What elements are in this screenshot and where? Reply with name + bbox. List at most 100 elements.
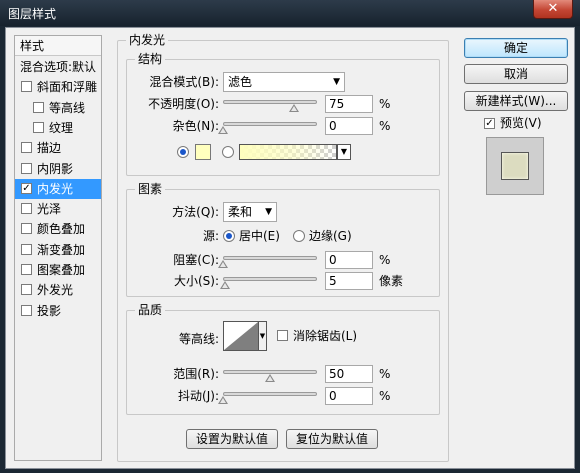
solid-color-radio[interactable] (177, 146, 189, 158)
style-enable-checkbox[interactable] (21, 264, 32, 275)
size-slider-thumb[interactable] (219, 281, 230, 289)
contour-picker[interactable] (223, 321, 259, 351)
choke-slider-thumb[interactable] (218, 260, 228, 268)
gradient-picker[interactable] (239, 144, 337, 160)
glow-color-swatch[interactable] (195, 144, 211, 160)
source-center-radio[interactable] (223, 230, 235, 242)
style-list: 样式 混合选项:默认斜面和浮雕等高线纹理描边 内阴影 ✓ 内发光光泽颜色叠加渐变叠加图… (14, 35, 102, 461)
opacity-slider-thumb[interactable] (288, 104, 299, 112)
range-percent: % (379, 367, 391, 381)
panel-title: 内发光 (126, 33, 169, 47)
style-list-item[interactable]: 颜色叠加 (15, 219, 101, 239)
style-enable-checkbox[interactable] (21, 243, 32, 255)
close-icon: ✕ (547, 1, 559, 16)
blend-mode-select[interactable]: 滤色 ▼ (223, 72, 345, 92)
style-list-item[interactable]: 描边 (15, 138, 101, 158)
elements-group: 图素 方法(Q): 柔和 ▼ 源: 居中(E) 边缘(G) 阻塞(C): 0 %… (126, 182, 440, 297)
style-enable-checkbox[interactable] (33, 101, 44, 113)
contour-dropdown-icon[interactable]: ▼ (259, 321, 267, 351)
reset-default-button[interactable]: 复位为默认值 (286, 429, 378, 449)
chevron-down-icon: ▼ (333, 77, 340, 87)
blend-mode-label: 混合模式(B): (149, 75, 219, 89)
preview-swatch (501, 152, 529, 180)
style-list-item[interactable]: 投影 (15, 301, 101, 321)
preview-label: 预览(V) (500, 116, 542, 130)
style-list-label: 光泽 (37, 202, 62, 217)
style-enable-checkbox[interactable] (21, 223, 32, 235)
gradient-dropdown-icon[interactable]: ▼ (337, 144, 351, 160)
size-input[interactable]: 5 (325, 272, 373, 290)
source-edge-radio[interactable] (293, 230, 305, 242)
choke-label: 阻塞(C): (173, 253, 219, 267)
style-list-item[interactable]: 混合选项:默认 (15, 57, 101, 77)
style-enable-checkbox[interactable] (21, 304, 32, 316)
style-list-item[interactable]: 纹理 (15, 118, 101, 138)
jitter-slider-thumb[interactable] (218, 396, 228, 404)
opacity-label: 不透明度(O): (148, 97, 219, 111)
style-enable-checkbox[interactable] (21, 284, 32, 296)
contour-label: 等高线: (178, 332, 219, 346)
technique-label: 方法(Q): (172, 205, 219, 219)
style-enable-checkbox[interactable]: ✓ (21, 182, 32, 194)
style-list-item[interactable]: 图案叠加 (15, 260, 101, 280)
structure-legend: 结构 (135, 52, 166, 66)
size-slider[interactable] (223, 277, 317, 281)
structure-group: 结构 混合模式(B): 滤色 ▼ 不透明度(O): 75 % 杂色(N): 0 … (126, 52, 440, 176)
elements-legend: 图素 (135, 182, 166, 196)
style-enable-checkbox[interactable] (21, 81, 32, 93)
style-list-label: 内发光 (37, 181, 74, 196)
jitter-input[interactable]: 0 (325, 387, 373, 405)
style-list-item[interactable]: 等高线 (15, 98, 101, 118)
source-edge-label: 边缘(G) (309, 229, 352, 243)
source-center-label: 居中(E) (239, 229, 280, 243)
style-list-label: 颜色叠加 (37, 222, 86, 237)
source-label: 源: (202, 229, 219, 243)
noise-slider-thumb[interactable] (218, 126, 228, 134)
style-preview-thumbnail (486, 137, 544, 195)
style-list-item[interactable]: 斜面和浮雕 (15, 77, 101, 97)
style-list-label: 渐变叠加 (37, 242, 86, 257)
ok-button[interactable]: 确定 (464, 38, 568, 58)
noise-slider[interactable] (223, 122, 317, 126)
quality-group: 品质 等高线: ▼ 消除锯齿(L) 范围(R): 50 % 抖动(J): 0 % (126, 303, 440, 415)
jitter-slider[interactable] (223, 392, 317, 396)
style-list-item[interactable]: 渐变叠加 (15, 240, 101, 260)
choke-input[interactable]: 0 (325, 251, 373, 269)
style-enable-checkbox[interactable] (33, 121, 44, 133)
style-list-label: 混合选项:默认 (20, 60, 97, 74)
choke-slider[interactable] (223, 256, 317, 260)
new-style-button[interactable]: 新建样式(W)... (464, 91, 568, 111)
opacity-slider[interactable] (223, 100, 317, 104)
preview-checkbox[interactable]: ✓ (484, 118, 495, 129)
antialias-label: 消除锯齿(L) (293, 329, 358, 343)
opacity-percent: % (379, 97, 391, 111)
style-list-item[interactable]: 外发光 (15, 280, 101, 300)
range-slider-thumb[interactable] (265, 374, 275, 382)
style-list-label: 纹理 (49, 120, 74, 135)
title-bar: 图层样式 ✕ (0, 0, 580, 26)
style-enable-checkbox[interactable] (21, 142, 32, 154)
style-enable-checkbox[interactable] (21, 162, 32, 174)
noise-input[interactable]: 0 (325, 117, 373, 135)
technique-select[interactable]: 柔和 ▼ (223, 202, 277, 222)
technique-value: 柔和 (228, 205, 253, 219)
dialog-body: 样式 混合选项:默认 斜面和浮雕 等高线 纹理 描边 内阴影 ✓ 内发光 光泽 颜色叠加 渐变叠加图… (5, 27, 575, 469)
range-label: 范围(R): (173, 367, 219, 381)
blend-mode-value: 滤色 (228, 75, 253, 89)
style-list-item[interactable]: 内阴影 (15, 159, 101, 179)
cancel-button[interactable]: 取消 (464, 64, 568, 84)
size-unit: 像素 (379, 274, 404, 288)
opacity-input[interactable]: 75 (325, 95, 373, 113)
style-list-label: 斜面和浮雕 (37, 80, 98, 95)
window-title: 图层样式 (8, 7, 57, 21)
gradient-radio[interactable] (222, 146, 234, 158)
style-enable-checkbox[interactable] (21, 203, 32, 215)
range-input[interactable]: 50 (325, 365, 373, 383)
style-list-item[interactable]: ✓ 内发光 (15, 178, 101, 199)
styles-header[interactable]: 样式 (15, 36, 101, 56)
make-default-button[interactable]: 设置为默认值 (186, 429, 278, 449)
style-list-item[interactable]: 光泽 (15, 199, 101, 219)
style-list-label: 图案叠加 (37, 263, 86, 277)
close-button[interactable]: ✕ (533, 0, 573, 19)
antialias-checkbox[interactable] (277, 330, 288, 341)
